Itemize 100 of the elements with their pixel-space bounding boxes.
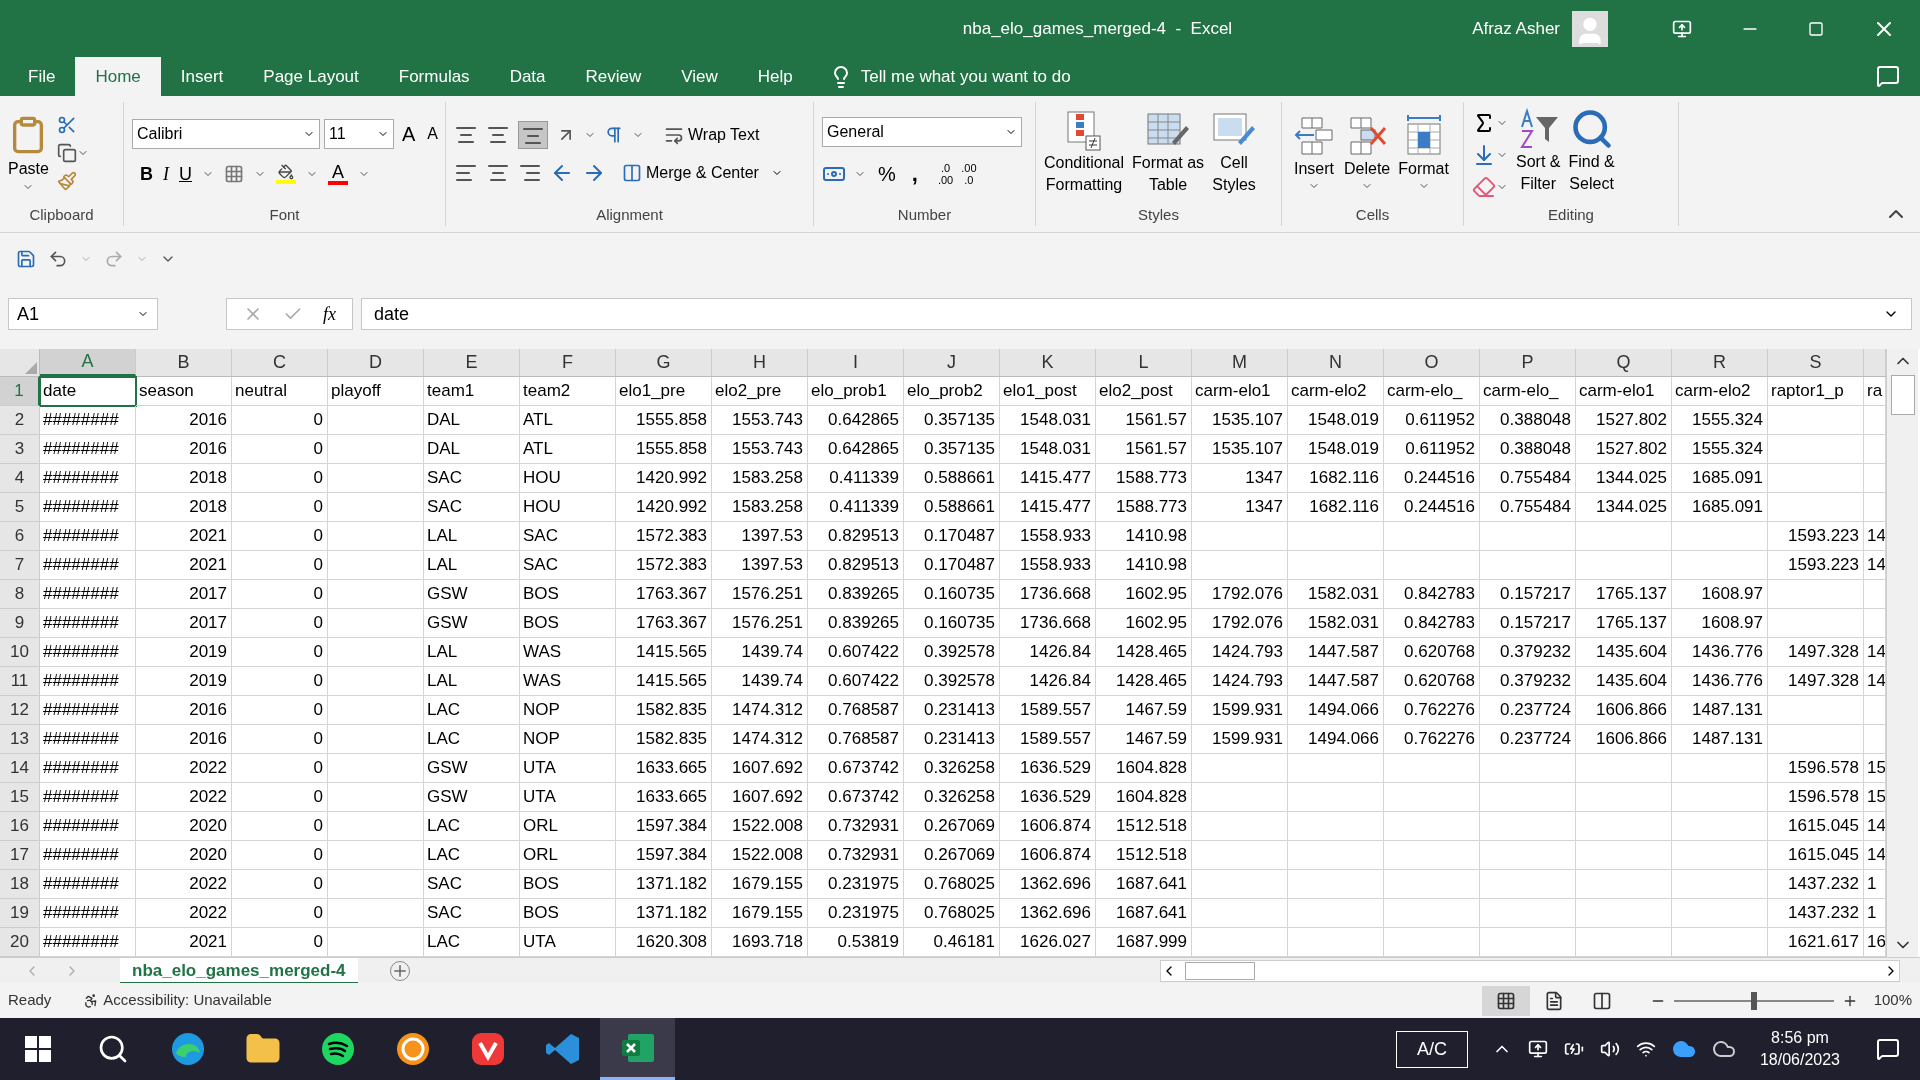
wrap-text-button[interactable]: Wrap Text [664,123,760,147]
table-cell[interactable]: 1589.557 [1000,696,1096,725]
table-cell[interactable]: ORL [520,812,616,841]
table-cell[interactable] [1576,551,1672,580]
table-cell[interactable]: 0 [232,754,328,783]
table-cell[interactable]: 2016 [136,406,232,435]
table-cell[interactable]: 2019 [136,638,232,667]
table-cell[interactable]: LAL [424,522,520,551]
table-cell[interactable]: LAL [424,638,520,667]
table-cell[interactable]: 0.160735 [904,580,1000,609]
table-cell[interactable] [1288,812,1384,841]
bottom-align-icon[interactable] [518,121,548,149]
table-cell[interactable] [1576,522,1672,551]
table-cell[interactable]: ######## [40,522,136,551]
table-cell[interactable]: ######## [40,580,136,609]
column-header[interactable]: F [520,349,616,376]
table-cell[interactable]: 1447.587 [1288,638,1384,667]
table-cell[interactable]: 0.326258 [904,783,1000,812]
table-cell[interactable]: 0.762276 [1384,696,1480,725]
table-cell[interactable] [328,522,424,551]
decrease-decimal-button[interactable]: .00 .0 [961,162,977,186]
table-cell[interactable]: GSW [424,580,520,609]
table-cell[interactable]: 0.244516 [1384,464,1480,493]
redo-icon[interactable] [104,249,124,269]
table-cell[interactable]: 2016 [136,725,232,754]
table-cell[interactable]: 2018 [136,464,232,493]
table-cell[interactable]: 0.842783 [1384,580,1480,609]
table-cell[interactable]: 1682.116 [1288,493,1384,522]
table-cell[interactable]: 0 [232,551,328,580]
table-cell[interactable]: 1687.641 [1096,899,1192,928]
table-cell[interactable]: 1599.931 [1192,696,1288,725]
table-cell[interactable] [328,464,424,493]
table-cell[interactable]: elo1_post [1000,377,1096,406]
table-cell[interactable] [1288,551,1384,580]
menu-tab[interactable]: Home [75,57,161,96]
column-header[interactable]: H [712,349,808,376]
menu-tab[interactable]: Formulas [378,57,490,96]
table-cell[interactable]: 1607.692 [712,783,808,812]
table-cell[interactable] [1480,754,1576,783]
table-cell[interactable]: 1582.835 [616,725,712,754]
copy-icon[interactable] [56,143,77,163]
view-button[interactable] [1481,985,1530,1016]
table-cell[interactable] [1384,783,1480,812]
table-cell[interactable]: 1597.384 [616,841,712,870]
underline-button[interactable]: U [179,160,192,188]
table-cell[interactable]: 1593.223 [1768,551,1864,580]
table-cell[interactable]: 1467.59 [1096,696,1192,725]
table-cell[interactable] [328,783,424,812]
menu-tab[interactable]: File [8,57,76,96]
table-cell[interactable] [1768,464,1864,493]
grow-font-button[interactable]: A [398,118,420,149]
table-cell[interactable]: 1397.53 [712,551,808,580]
table-cell[interactable]: 1527.802 [1576,406,1672,435]
table-cell[interactable]: 0.620768 [1384,667,1480,696]
table-cell[interactable]: 1604.828 [1096,754,1192,783]
table-cell[interactable]: ######## [40,406,136,435]
column-header[interactable]: B [136,349,232,376]
table-cell[interactable]: 2016 [136,696,232,725]
table-cell[interactable]: UTA [520,783,616,812]
table-cell[interactable]: 0 [232,812,328,841]
table-cell[interactable]: 0.755484 [1480,493,1576,522]
table-cell[interactable]: 1679.155 [712,870,808,899]
table-cell[interactable]: SAC [424,870,520,899]
table-cell[interactable]: 1633.665 [616,783,712,812]
table-cell[interactable]: 0 [232,464,328,493]
table-cell[interactable] [1480,783,1576,812]
table-cell[interactable]: HOU [520,493,616,522]
table-cell[interactable]: 0.357135 [904,406,1000,435]
column-header[interactable]: G [616,349,712,376]
table-cell[interactable]: 1474.312 [712,725,808,754]
table-cell[interactable]: 0 [232,667,328,696]
table-cell[interactable]: LAC [424,696,520,725]
table-cell[interactable]: 1439.74 [712,667,808,696]
table-cell[interactable]: 0.620768 [1384,638,1480,667]
table-cell[interactable]: 1548.031 [1000,406,1096,435]
table-cell[interactable]: 0.388048 [1480,406,1576,435]
table-cell[interactable] [328,493,424,522]
table-cell[interactable]: 1615.045 [1768,812,1864,841]
accessibility-status[interactable]: Accessibility: Unavailable [103,989,272,1012]
row-number[interactable]: 3 [0,435,40,464]
table-cell[interactable]: 1435.604 [1576,667,1672,696]
table-cell[interactable] [1576,870,1672,899]
table-cell[interactable]: 2017 [136,609,232,638]
table-cell[interactable]: 2016 [136,435,232,464]
name-box[interactable]: A1 [8,298,158,330]
table-cell[interactable]: 2018 [136,493,232,522]
table-cell[interactable] [1480,522,1576,551]
table-cell[interactable]: 1736.668 [1000,609,1096,638]
table-cell[interactable]: LAC [424,725,520,754]
table-cell[interactable]: 1685.091 [1672,464,1768,493]
table-cell[interactable] [1192,522,1288,551]
row-number[interactable]: 1 [0,377,40,406]
table-cell[interactable]: 0.411339 [808,464,904,493]
table-cell[interactable]: ######## [40,899,136,928]
zoom-level[interactable]: 100% [1873,989,1912,1012]
table-cell[interactable]: DAL [424,406,520,435]
table-cell[interactable]: 0.673742 [808,783,904,812]
table-cell[interactable]: 1424.793 [1192,638,1288,667]
column-header[interactable]: R [1672,349,1768,376]
table-cell[interactable]: 2020 [136,841,232,870]
